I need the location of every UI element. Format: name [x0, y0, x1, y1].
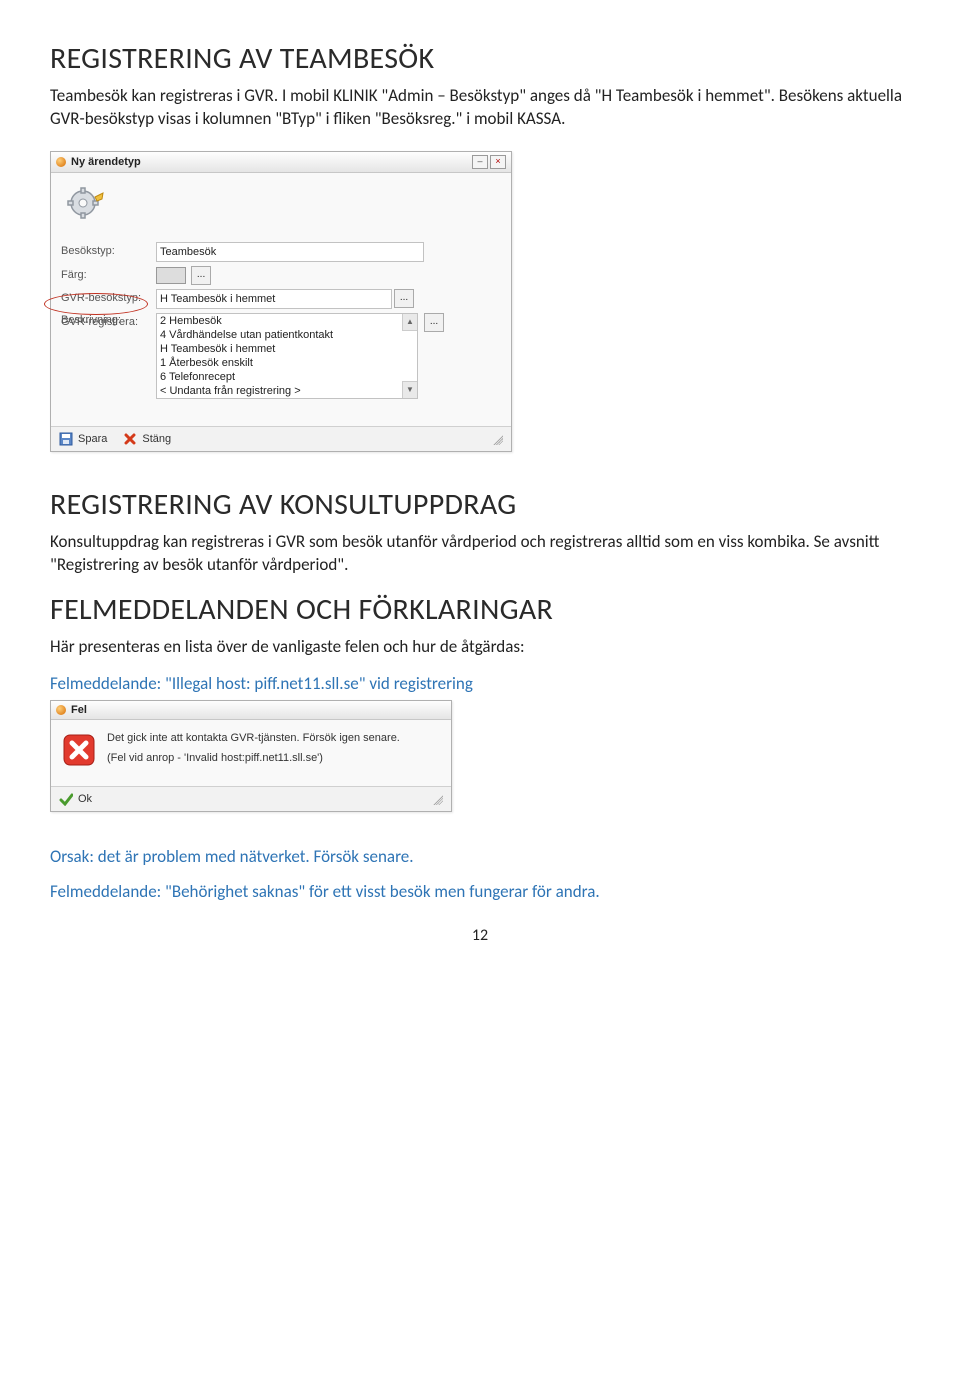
dialog-title-text: Ny ärendetyp	[71, 156, 141, 168]
gear-icon	[67, 187, 105, 228]
dropdown-item[interactable]: 4 Vårdhändelse utan patientkontakt	[157, 328, 417, 342]
label-besokstyp: Besökstyp:	[61, 242, 156, 257]
label-farg: Färg:	[61, 266, 156, 281]
body-teambesok: Teambesök kan registreras i GVR. I mobil…	[50, 85, 910, 131]
save-label: Spara	[78, 433, 107, 445]
dropdown-item[interactable]: 1 Återbesök enskilt	[157, 356, 417, 370]
dialog-icon	[56, 157, 66, 167]
input-besokstyp[interactable]	[156, 242, 424, 262]
dropdown-item[interactable]: H Teambesök i hemmet	[157, 342, 417, 356]
error-line2: (Fel vid anrop - 'Invalid host:piff.net1…	[107, 752, 400, 764]
heading-konsultuppdrag: REGISTRERING AV KONSULTUPPDRAG	[50, 486, 910, 523]
dropdown-item[interactable]: < Undanta från registrering >	[157, 384, 417, 398]
check-icon	[59, 792, 73, 806]
dialog-fel: Fel Det gick inte att kontakta GVR-tjäns…	[50, 700, 452, 812]
color-picker-button[interactable]: ...	[191, 266, 211, 285]
gvr-picker-button[interactable]: ...	[394, 289, 414, 308]
dialog-icon	[56, 705, 66, 715]
label-gvr-besokstyp: GVR-besökstyp:	[61, 289, 156, 304]
heading-teambesok: REGISTRERING AV TEAMBESÖK	[50, 40, 910, 77]
save-button[interactable]: Spara	[59, 432, 107, 446]
dropdown-item[interactable]: 2 Hembesök	[157, 314, 417, 328]
input-gvr-besokstyp[interactable]	[156, 289, 392, 309]
resize-grip[interactable]	[431, 793, 443, 805]
dialog-fel-title: Fel	[71, 704, 87, 716]
color-swatch[interactable]	[156, 267, 186, 284]
error1-title: Felmeddelande: "Illegal host: piff.net11…	[50, 673, 910, 694]
resize-grip[interactable]	[491, 433, 503, 445]
heading-felmeddelanden: FELMEDDELANDEN OCH FÖRKLARINGAR	[50, 591, 910, 628]
label-beskrivning: Beskrivning:	[61, 311, 156, 326]
minimize-button[interactable]	[472, 155, 488, 169]
error-icon	[61, 732, 97, 768]
ok-button[interactable]: Ok	[59, 792, 92, 806]
error1-cause: Orsak: det är problem med nätverket. För…	[50, 846, 910, 867]
body-konsultuppdrag: Konsultuppdrag kan registreras i GVR som…	[50, 531, 910, 577]
page-number: 12	[50, 926, 910, 945]
dialog-titlebar: Ny ärendetyp	[51, 152, 511, 173]
intro-felmeddelanden: Här presenteras en lista över de vanliga…	[50, 636, 910, 659]
close-button[interactable]	[490, 155, 506, 169]
dropdown-item[interactable]: 6 Telefonrecept	[157, 370, 417, 384]
close-label: Stäng	[142, 433, 171, 445]
close-dialog-button[interactable]: Stäng	[123, 432, 171, 446]
error-line1: Det gick inte att kontakta GVR-tjänsten.…	[107, 732, 400, 744]
scroll-down-icon[interactable]: ▼	[402, 381, 417, 398]
close-icon	[123, 432, 137, 446]
ok-label: Ok	[78, 793, 92, 805]
scroll-up-icon[interactable]: ▲	[402, 314, 417, 331]
error2-title: Felmeddelande: "Behörighet saknas" för e…	[50, 881, 910, 902]
dialog-fel-titlebar: Fel	[51, 701, 451, 720]
dropdown-gvr-registrera[interactable]: 2 Hembesök 4 Vårdhändelse utan patientko…	[156, 313, 418, 399]
floppy-icon	[59, 432, 73, 446]
dialog-ny-arendetyp: Ny ärendetyp	[50, 151, 512, 452]
gvr-reg-picker-button[interactable]: ...	[424, 313, 444, 332]
